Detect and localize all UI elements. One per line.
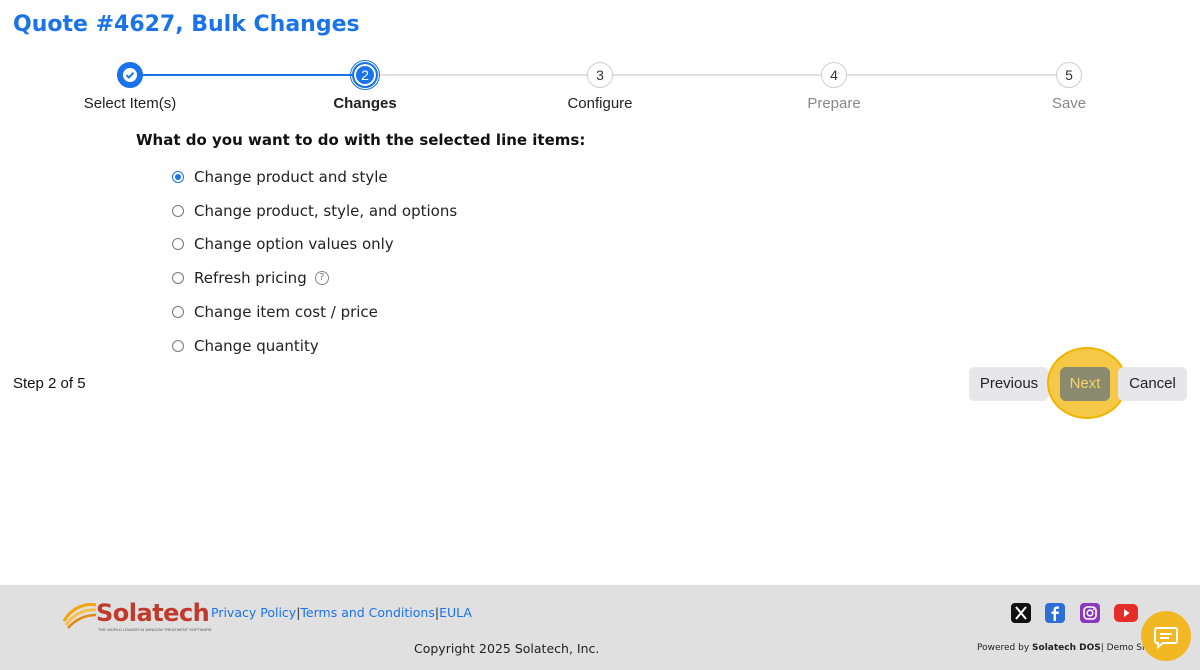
radio-button[interactable]: [172, 170, 184, 183]
radio-button[interactable]: [172, 204, 184, 217]
logo-text: Solatech: [96, 599, 210, 627]
change-options: Change product and style Change product,…: [172, 160, 457, 363]
footer: Solatech THE WORLD LEADER IN WINDOW TREA…: [0, 585, 1200, 670]
radio-button[interactable]: [172, 306, 184, 319]
step-3: 3 Configure: [520, 60, 680, 112]
option-label: Change product and style: [194, 167, 388, 186]
radio-button[interactable]: [172, 238, 184, 251]
facebook-icon[interactable]: [1045, 603, 1065, 623]
option-change-cost-price[interactable]: Change item cost / price: [172, 295, 457, 329]
powered-by: Powered by Solatech DOS| Demo Site: [977, 643, 1154, 653]
privacy-policy-link[interactable]: Privacy Policy: [211, 605, 296, 620]
option-change-product-style-options[interactable]: Change product, style, and options: [172, 194, 457, 228]
radio-button[interactable]: [172, 339, 184, 352]
youtube-icon[interactable]: [1114, 604, 1138, 622]
next-button[interactable]: Next: [1060, 367, 1110, 401]
option-change-option-values[interactable]: Change option values only: [172, 228, 457, 262]
step-label: Save: [1051, 95, 1087, 112]
help-icon[interactable]: ?: [314, 271, 329, 286]
footer-links: Privacy Policy|Terms and Conditions|EULA: [211, 605, 472, 620]
x-icon[interactable]: [1011, 603, 1031, 623]
step-label: Select Item(s): [83, 95, 177, 112]
option-change-product-style[interactable]: Change product and style: [172, 160, 457, 194]
solatech-logo[interactable]: Solatech THE WORLD LEADER IN WINDOW TREA…: [62, 599, 212, 633]
step-number: 5: [1056, 62, 1082, 88]
logo-tagline: THE WORLD LEADER IN WINDOW TREATMENT SOF…: [98, 627, 212, 632]
cancel-button[interactable]: Cancel: [1118, 367, 1187, 401]
radio-button[interactable]: [172, 272, 184, 285]
eula-link[interactable]: EULA: [439, 605, 472, 620]
option-label: Change item cost / price: [194, 303, 378, 322]
step-5: 5 Save: [989, 60, 1149, 112]
option-change-quantity[interactable]: Change quantity: [172, 329, 457, 363]
option-label: Change product, style, and options: [194, 201, 458, 220]
step-4: 4 Prepare: [754, 60, 914, 112]
option-label: Refresh pricing: [194, 269, 307, 288]
step-1[interactable]: Select Item(s): [50, 60, 210, 112]
previous-button[interactable]: Previous: [969, 367, 1049, 401]
check-icon: [117, 62, 143, 88]
step-label: Prepare: [807, 95, 861, 112]
question-heading: What do you want to do with the selected…: [136, 131, 586, 149]
chat-icon: [1154, 627, 1178, 650]
powered-brand: Solatech DOS: [1032, 643, 1101, 653]
copyright: Copyright 2025 Solatech, Inc.: [414, 641, 600, 656]
instagram-icon[interactable]: [1080, 603, 1100, 623]
step-label: Changes: [333, 95, 397, 112]
terms-link[interactable]: Terms and Conditions: [300, 605, 434, 620]
option-label: Change option values only: [194, 235, 394, 254]
step-indicator: Step 2 of 5: [13, 375, 86, 392]
step-number: 3: [587, 62, 613, 88]
page-title: Quote #4627, Bulk Changes: [13, 12, 360, 37]
option-refresh-pricing[interactable]: Refresh pricing ?: [172, 261, 457, 295]
step-2: 2 Changes: [285, 60, 445, 112]
powered-prefix: Powered by: [977, 643, 1033, 653]
chat-button[interactable]: [1141, 611, 1191, 661]
option-label: Change quantity: [194, 336, 319, 355]
stepper: Select Item(s) 2 Changes 3 Configure 4 P…: [0, 60, 1200, 120]
sun-icon: [62, 603, 97, 629]
step-number: 4: [821, 62, 847, 88]
step-number: 2: [350, 60, 380, 90]
step-connector: [365, 74, 1069, 76]
step-label: Configure: [567, 95, 633, 112]
